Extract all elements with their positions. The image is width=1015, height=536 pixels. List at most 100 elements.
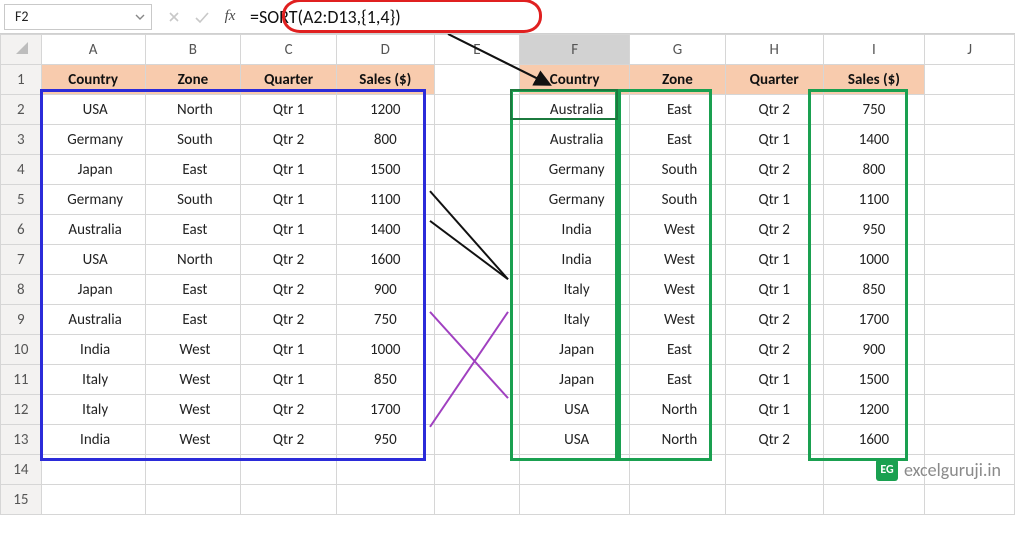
- cell[interactable]: [925, 125, 1015, 155]
- cell[interactable]: South: [630, 155, 726, 185]
- cell[interactable]: [434, 455, 520, 485]
- cell[interactable]: North: [145, 245, 241, 275]
- select-all-corner[interactable]: [1, 35, 42, 65]
- cell[interactable]: 950: [336, 425, 434, 455]
- cell[interactable]: Japan: [41, 155, 145, 185]
- col-header-I[interactable]: I: [823, 35, 925, 65]
- cell[interactable]: [434, 155, 520, 185]
- cell[interactable]: 1200: [336, 95, 434, 125]
- cell[interactable]: [336, 485, 434, 515]
- row-header[interactable]: 5: [1, 185, 42, 215]
- cell[interactable]: West: [145, 425, 241, 455]
- cell[interactable]: [925, 365, 1015, 395]
- cell[interactable]: [925, 425, 1015, 455]
- col-header-G[interactable]: G: [630, 35, 726, 65]
- col-header-H[interactable]: H: [725, 35, 823, 65]
- cell[interactable]: [434, 485, 520, 515]
- cell[interactable]: Qtr 2: [725, 335, 823, 365]
- cell[interactable]: [925, 155, 1015, 185]
- cell[interactable]: [725, 485, 823, 515]
- cell[interactable]: 1700: [336, 395, 434, 425]
- cell[interactable]: [41, 485, 145, 515]
- cell[interactable]: [520, 485, 630, 515]
- col-header-J[interactable]: J: [925, 35, 1015, 65]
- cell[interactable]: 1200: [823, 395, 925, 425]
- header-zone-left[interactable]: Zone: [145, 65, 241, 95]
- cell[interactable]: India: [41, 335, 145, 365]
- row-header[interactable]: 14: [1, 455, 42, 485]
- cell[interactable]: [434, 125, 520, 155]
- row-header[interactable]: 9: [1, 305, 42, 335]
- cell[interactable]: [434, 95, 520, 125]
- cell[interactable]: Qtr 2: [241, 305, 337, 335]
- cell[interactable]: East: [145, 215, 241, 245]
- cell[interactable]: South: [145, 185, 241, 215]
- cell[interactable]: Qtr 2: [725, 425, 823, 455]
- cell[interactable]: Japan: [520, 335, 630, 365]
- cell[interactable]: India: [520, 245, 630, 275]
- cell[interactable]: East: [630, 95, 726, 125]
- cell[interactable]: India: [520, 215, 630, 245]
- row-header[interactable]: 7: [1, 245, 42, 275]
- cell[interactable]: Qtr 2: [725, 155, 823, 185]
- spreadsheet-grid[interactable]: A B C D E F G H I J 1 Country Zone Quart…: [0, 34, 1015, 515]
- cell[interactable]: Qtr 1: [241, 365, 337, 395]
- cell[interactable]: [41, 455, 145, 485]
- enter-formula-button[interactable]: [190, 5, 214, 29]
- cell[interactable]: Qtr 1: [241, 215, 337, 245]
- cell[interactable]: West: [630, 245, 726, 275]
- col-header-E[interactable]: E: [434, 35, 520, 65]
- cell[interactable]: Italy: [520, 305, 630, 335]
- cell[interactable]: Australia: [41, 215, 145, 245]
- cell[interactable]: [145, 455, 241, 485]
- cell[interactable]: [925, 215, 1015, 245]
- cell[interactable]: Germany: [520, 155, 630, 185]
- cell[interactable]: Japan: [41, 275, 145, 305]
- cell[interactable]: USA: [41, 245, 145, 275]
- col-header-D[interactable]: D: [336, 35, 434, 65]
- cell[interactable]: Italy: [41, 395, 145, 425]
- cell[interactable]: Qtr 1: [725, 125, 823, 155]
- cell[interactable]: North: [630, 395, 726, 425]
- cell[interactable]: West: [630, 275, 726, 305]
- cell[interactable]: USA: [520, 395, 630, 425]
- cell[interactable]: 1500: [823, 365, 925, 395]
- cell[interactable]: Qtr 1: [725, 395, 823, 425]
- cell[interactable]: East: [145, 305, 241, 335]
- row-header[interactable]: 1: [1, 65, 42, 95]
- cell[interactable]: [434, 185, 520, 215]
- cell[interactable]: Qtr 2: [725, 95, 823, 125]
- cell[interactable]: USA: [520, 425, 630, 455]
- row-header[interactable]: 4: [1, 155, 42, 185]
- row-header[interactable]: 10: [1, 335, 42, 365]
- row-header[interactable]: 11: [1, 365, 42, 395]
- cell[interactable]: [925, 485, 1015, 515]
- col-header-B[interactable]: B: [145, 35, 241, 65]
- cell[interactable]: [145, 485, 241, 515]
- cell[interactable]: North: [630, 425, 726, 455]
- row-header[interactable]: 2: [1, 95, 42, 125]
- cell[interactable]: Qtr 1: [241, 185, 337, 215]
- cell[interactable]: [925, 305, 1015, 335]
- cell[interactable]: Qtr 1: [241, 335, 337, 365]
- cell[interactable]: [630, 485, 726, 515]
- cell[interactable]: [925, 245, 1015, 275]
- cell[interactable]: Italy: [41, 365, 145, 395]
- header-country-left[interactable]: Country: [41, 65, 145, 95]
- header-country-right[interactable]: Country: [520, 65, 630, 95]
- cell-E1[interactable]: [434, 65, 520, 95]
- cell[interactable]: Italy: [520, 275, 630, 305]
- col-header-F[interactable]: F: [520, 35, 630, 65]
- header-zone-right[interactable]: Zone: [630, 65, 726, 95]
- cell[interactable]: Australia: [520, 125, 630, 155]
- cell[interactable]: Qtr 1: [725, 185, 823, 215]
- header-sales-left[interactable]: Sales ($): [336, 65, 434, 95]
- cell[interactable]: Qtr 1: [725, 365, 823, 395]
- cell[interactable]: 900: [823, 335, 925, 365]
- cell[interactable]: [434, 275, 520, 305]
- row-header[interactable]: 3: [1, 125, 42, 155]
- cell[interactable]: 900: [336, 275, 434, 305]
- cell[interactable]: 800: [823, 155, 925, 185]
- cell[interactable]: East: [145, 155, 241, 185]
- cell[interactable]: East: [145, 275, 241, 305]
